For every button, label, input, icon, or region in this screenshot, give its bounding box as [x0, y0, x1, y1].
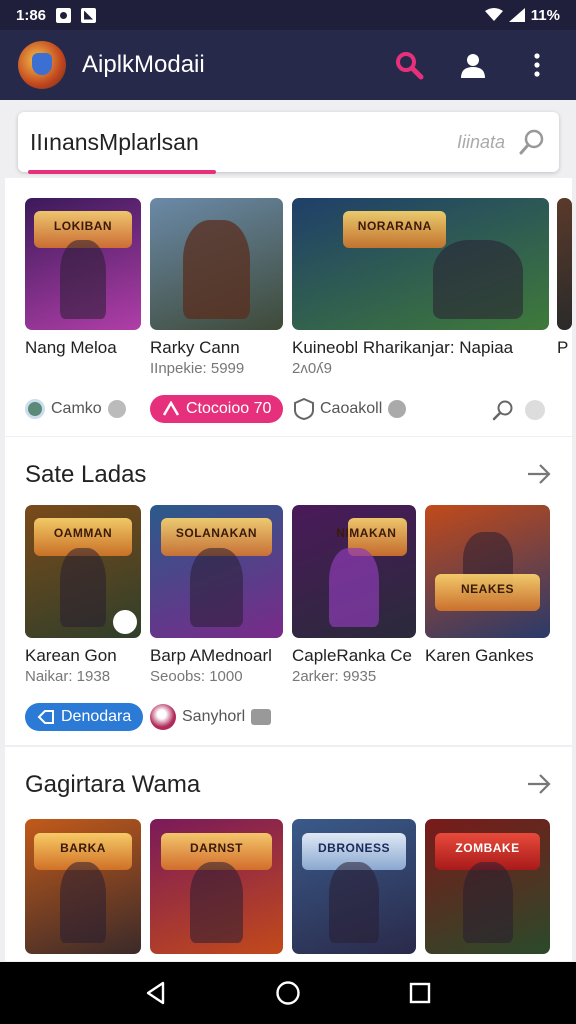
game-name[interactable]: CapleRanka Ce [292, 646, 420, 666]
wifi-icon [484, 8, 503, 21]
shield-icon [294, 398, 314, 420]
section-title: Gagirtara Wama [25, 771, 201, 798]
search-icon[interactable] [492, 399, 514, 421]
game-name[interactable]: Nang Meloa [25, 338, 143, 358]
category-chip[interactable]: Denodara [25, 703, 144, 731]
search-input-value: IIınansMplarlsan [30, 128, 199, 155]
recents-icon [409, 982, 431, 1004]
game-meta: IInpekie: 5999 [150, 360, 245, 377]
game-tile[interactable]: DARNST [150, 819, 283, 954]
game-tile[interactable]: LOKIBAN [25, 198, 141, 330]
game-tile[interactable]: DBRONESS [292, 819, 416, 954]
section-card: LOKIBAN NORARANA Nang Meloa Rarky Cann I… [5, 178, 572, 436]
back-button[interactable] [136, 973, 176, 1013]
info-icon [388, 400, 407, 418]
section-card: Sate Ladas OAMMAN SOLANAKAN NIMAKAN NEAK… [5, 437, 572, 745]
section-title: Sate Ladas [25, 461, 147, 488]
search-icon[interactable] [519, 128, 547, 156]
more-options-button[interactable] [520, 48, 554, 82]
game-tile[interactable]: NEAKES [425, 505, 550, 638]
info-icon [107, 400, 126, 418]
category-icon [25, 399, 45, 419]
game-tile[interactable]: ZOMBAKE [425, 819, 550, 954]
app-bar: AiplkModaii [0, 30, 576, 100]
more-vert-icon [534, 53, 540, 77]
category-chip[interactable]: Ctocoioo 70 [150, 395, 284, 423]
account-icon [461, 54, 485, 78]
home-icon [276, 981, 300, 1005]
notification-icon [81, 7, 97, 23]
game-name-partial: P [557, 338, 569, 357]
game-tile[interactable]: NORARANA [292, 198, 549, 330]
game-tile[interactable]: NIMAKAN [292, 505, 416, 638]
game-meta: 2arker: 9935 [292, 668, 377, 685]
game-meta: Naikar: 1938 [25, 668, 111, 685]
game-meta: Seoobs: 1000 [150, 668, 243, 685]
game-name[interactable]: Karen Gankes [425, 646, 565, 666]
category-chip[interactable]: Camko [25, 395, 126, 423]
recents-button[interactable] [400, 973, 440, 1013]
category-chip[interactable]: Caoakoll [294, 395, 407, 423]
app-logo [18, 41, 66, 89]
tag-icon [37, 710, 54, 724]
game-meta: 2ʌ0ʎ9 [292, 360, 333, 377]
avatar [150, 704, 176, 730]
active-tab-indicator [28, 170, 216, 174]
system-nav-bar [0, 962, 576, 1024]
arrow-right-icon[interactable] [526, 461, 552, 487]
badge-icon [251, 709, 272, 725]
game-tile[interactable] [150, 198, 283, 330]
search-icon [396, 52, 424, 80]
game-tile[interactable]: OAMMAN [25, 505, 141, 638]
game-name[interactable]: Kuineobl Rharikanjar: Napiaa [292, 338, 549, 358]
search-field[interactable]: IIınansMplarlsan Iiinata [18, 112, 559, 172]
badge-icon [113, 610, 137, 634]
status-time: 1:86 [16, 6, 47, 24]
app-title: AiplkModaii [82, 51, 205, 78]
search-placeholder: Iiinata [456, 131, 505, 152]
status-bar: 1:86 11% [0, 0, 576, 30]
notification-icon [56, 7, 72, 23]
status-dot [525, 400, 545, 420]
game-tile[interactable]: SOLANAKAN [150, 505, 283, 638]
category-chip[interactable]: Sanyhorl [150, 703, 272, 731]
battery-level: 11% [530, 6, 560, 24]
back-icon [146, 981, 165, 1005]
account-button[interactable] [456, 48, 490, 82]
game-name[interactable]: Rarky Cann [150, 338, 285, 358]
search-button[interactable] [392, 48, 426, 82]
home-button[interactable] [268, 973, 308, 1013]
game-tile[interactable] [557, 198, 572, 330]
signal-icon [508, 8, 525, 22]
game-name[interactable]: Barp AMednoarl [150, 646, 285, 666]
game-name[interactable]: Karean Gon [25, 646, 143, 666]
game-tile[interactable]: BARKA [25, 819, 141, 954]
section-card: Gagirtara Wama BARKA DARNST DBRONESS ZOM… [5, 747, 572, 961]
arrow-right-icon[interactable] [526, 771, 552, 797]
gamepad-icon [162, 401, 180, 416]
